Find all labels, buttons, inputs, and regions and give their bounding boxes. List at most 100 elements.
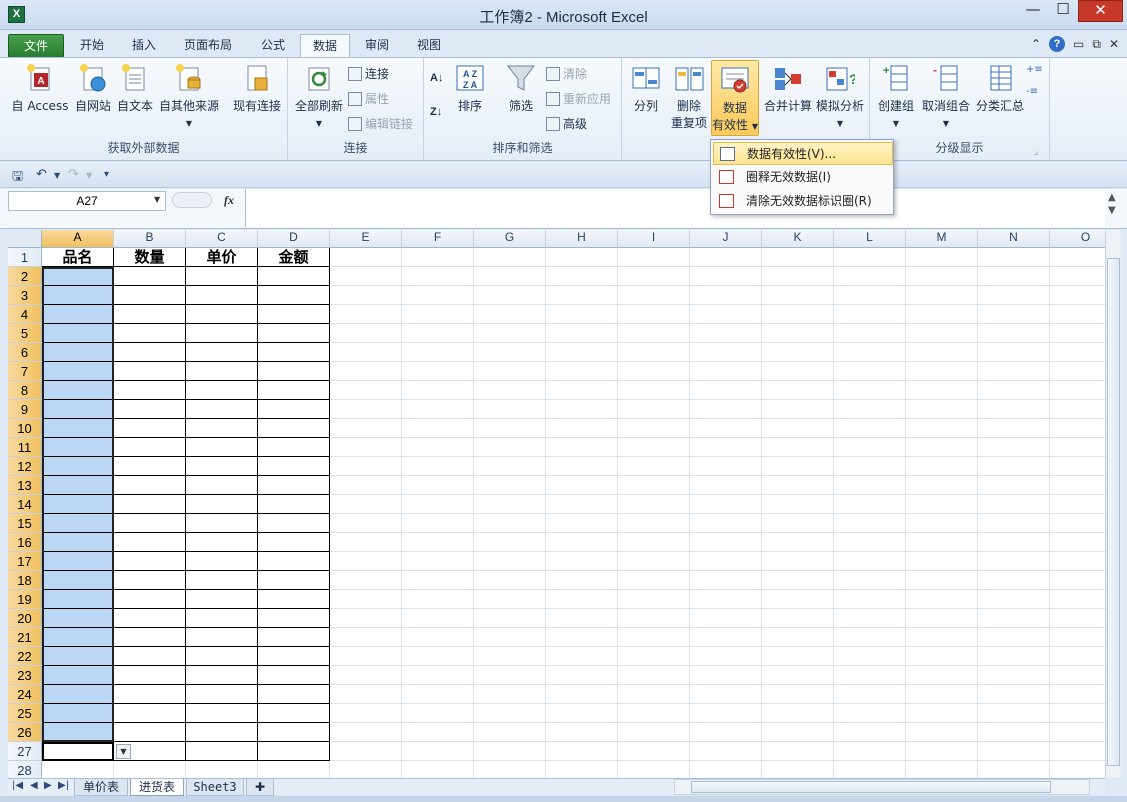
grid-cell[interactable] bbox=[546, 343, 618, 362]
grid-cell[interactable] bbox=[258, 495, 330, 514]
grid-cell[interactable] bbox=[690, 419, 762, 438]
grid-cell[interactable] bbox=[906, 571, 978, 590]
grid-cell[interactable] bbox=[474, 723, 546, 742]
grid-cell[interactable] bbox=[258, 362, 330, 381]
grid-cell[interactable] bbox=[1050, 723, 1105, 742]
menu-item-circle-invalid-data[interactable]: 圈释无效数据(I) bbox=[713, 166, 893, 189]
dialog-launcher-icon[interactable]: ⌟ bbox=[1034, 144, 1038, 160]
edit-links-button[interactable]: 编辑链接 bbox=[348, 116, 413, 132]
next-sheet-icon[interactable]: ▶ bbox=[44, 780, 52, 791]
grid-cell[interactable] bbox=[258, 267, 330, 286]
grid-cell[interactable] bbox=[1050, 248, 1105, 267]
tab-data[interactable]: 数据 bbox=[300, 34, 350, 58]
grid-cell[interactable] bbox=[618, 248, 690, 267]
name-box[interactable]: A27 bbox=[8, 191, 166, 211]
grid-cell[interactable] bbox=[474, 571, 546, 590]
grid-cell[interactable] bbox=[834, 362, 906, 381]
grid-cell[interactable] bbox=[186, 267, 258, 286]
grid-cell[interactable] bbox=[762, 514, 834, 533]
grid-cell[interactable] bbox=[1050, 571, 1105, 590]
grid-cell[interactable] bbox=[330, 514, 402, 533]
show-detail-icon[interactable]: +≡ bbox=[1026, 62, 1043, 78]
what-if-analysis-button[interactable]: ? 模拟分析 ▼ bbox=[814, 62, 866, 132]
grid-cell[interactable] bbox=[978, 305, 1050, 324]
table-header-cell[interactable]: 单价 bbox=[186, 248, 258, 267]
grid-cell[interactable] bbox=[690, 400, 762, 419]
grid-cell[interactable] bbox=[762, 495, 834, 514]
grid-cell[interactable] bbox=[690, 704, 762, 723]
grid-cell[interactable] bbox=[402, 267, 474, 286]
grid-cell[interactable] bbox=[618, 704, 690, 723]
validation-dropdown-icon[interactable]: ▼ bbox=[116, 744, 131, 759]
grid-cell[interactable] bbox=[762, 476, 834, 495]
grid-cell[interactable] bbox=[114, 685, 186, 704]
grid-cell[interactable] bbox=[186, 381, 258, 400]
grid-cell[interactable] bbox=[114, 590, 186, 609]
grid-cell[interactable] bbox=[474, 343, 546, 362]
chevron-down-icon[interactable]: ▼ bbox=[54, 171, 60, 180]
grid-cell[interactable] bbox=[978, 628, 1050, 647]
grid-cell[interactable] bbox=[1050, 267, 1105, 286]
grid-cell[interactable] bbox=[114, 457, 186, 476]
grid-cell[interactable] bbox=[690, 647, 762, 666]
grid-cell[interactable] bbox=[546, 362, 618, 381]
grid-cell[interactable] bbox=[258, 571, 330, 590]
grid-cell[interactable] bbox=[258, 400, 330, 419]
grid-cell[interactable] bbox=[906, 723, 978, 742]
remove-duplicates-button[interactable]: 删除 重复项 bbox=[668, 62, 710, 132]
grid-cell[interactable] bbox=[906, 248, 978, 267]
grid-cell[interactable] bbox=[690, 495, 762, 514]
grid-cell[interactable] bbox=[978, 457, 1050, 476]
vertical-scrollbar[interactable] bbox=[1105, 230, 1121, 778]
grid-cell[interactable] bbox=[834, 419, 906, 438]
grid-cell[interactable] bbox=[906, 438, 978, 457]
grid-cell[interactable] bbox=[978, 571, 1050, 590]
column-header[interactable]: O bbox=[1050, 230, 1105, 248]
grid-cell[interactable] bbox=[546, 457, 618, 476]
grid-cell[interactable] bbox=[114, 628, 186, 647]
grid-cell[interactable] bbox=[186, 343, 258, 362]
grid-cell[interactable] bbox=[258, 343, 330, 362]
row-header[interactable]: 6 bbox=[8, 343, 42, 362]
grid-cell[interactable] bbox=[402, 685, 474, 704]
grid-cell[interactable] bbox=[402, 552, 474, 571]
ungroup-button[interactable]: - 取消组合 ▼ bbox=[918, 62, 974, 132]
grid-cell[interactable] bbox=[978, 438, 1050, 457]
grid-cell[interactable] bbox=[762, 457, 834, 476]
grid-cell[interactable] bbox=[618, 457, 690, 476]
grid-cell[interactable] bbox=[906, 666, 978, 685]
grid-cell[interactable] bbox=[474, 457, 546, 476]
formula-input[interactable] bbox=[245, 189, 1105, 227]
grid-cell[interactable] bbox=[186, 476, 258, 495]
workbook-restore-icon[interactable]: ⧉ bbox=[1092, 37, 1101, 52]
grid-cell[interactable] bbox=[762, 552, 834, 571]
grid-cell[interactable] bbox=[906, 628, 978, 647]
grid-cell[interactable] bbox=[906, 761, 978, 778]
grid-cell[interactable] bbox=[258, 324, 330, 343]
grid-cell[interactable] bbox=[258, 286, 330, 305]
row-header[interactable]: 3 bbox=[8, 286, 42, 305]
grid-cell[interactable] bbox=[906, 609, 978, 628]
tab-review[interactable]: 审阅 bbox=[354, 34, 400, 58]
grid-cell[interactable] bbox=[42, 761, 114, 778]
hide-detail-icon[interactable]: -≡ bbox=[1026, 84, 1038, 100]
row-header[interactable]: 10 bbox=[8, 419, 42, 438]
grid-cell[interactable] bbox=[330, 609, 402, 628]
grid-cell[interactable] bbox=[618, 552, 690, 571]
chevron-down-icon[interactable]: ▼ bbox=[154, 195, 160, 204]
grid-cell[interactable] bbox=[258, 438, 330, 457]
tab-insert[interactable]: 插入 bbox=[120, 34, 168, 58]
grid-cell[interactable] bbox=[1050, 514, 1105, 533]
maximize-button[interactable]: ☐ bbox=[1048, 0, 1078, 22]
grid-cell[interactable] bbox=[186, 704, 258, 723]
grid-cell[interactable] bbox=[330, 286, 402, 305]
grid-cell[interactable] bbox=[258, 476, 330, 495]
grid-cell[interactable] bbox=[618, 723, 690, 742]
grid-cell[interactable] bbox=[402, 248, 474, 267]
grid-cell[interactable] bbox=[978, 761, 1050, 778]
grid-cell[interactable] bbox=[834, 609, 906, 628]
grid-cell[interactable] bbox=[546, 742, 618, 761]
grid-cell[interactable] bbox=[906, 476, 978, 495]
column-header[interactable]: N bbox=[978, 230, 1050, 248]
column-header[interactable]: M bbox=[906, 230, 978, 248]
